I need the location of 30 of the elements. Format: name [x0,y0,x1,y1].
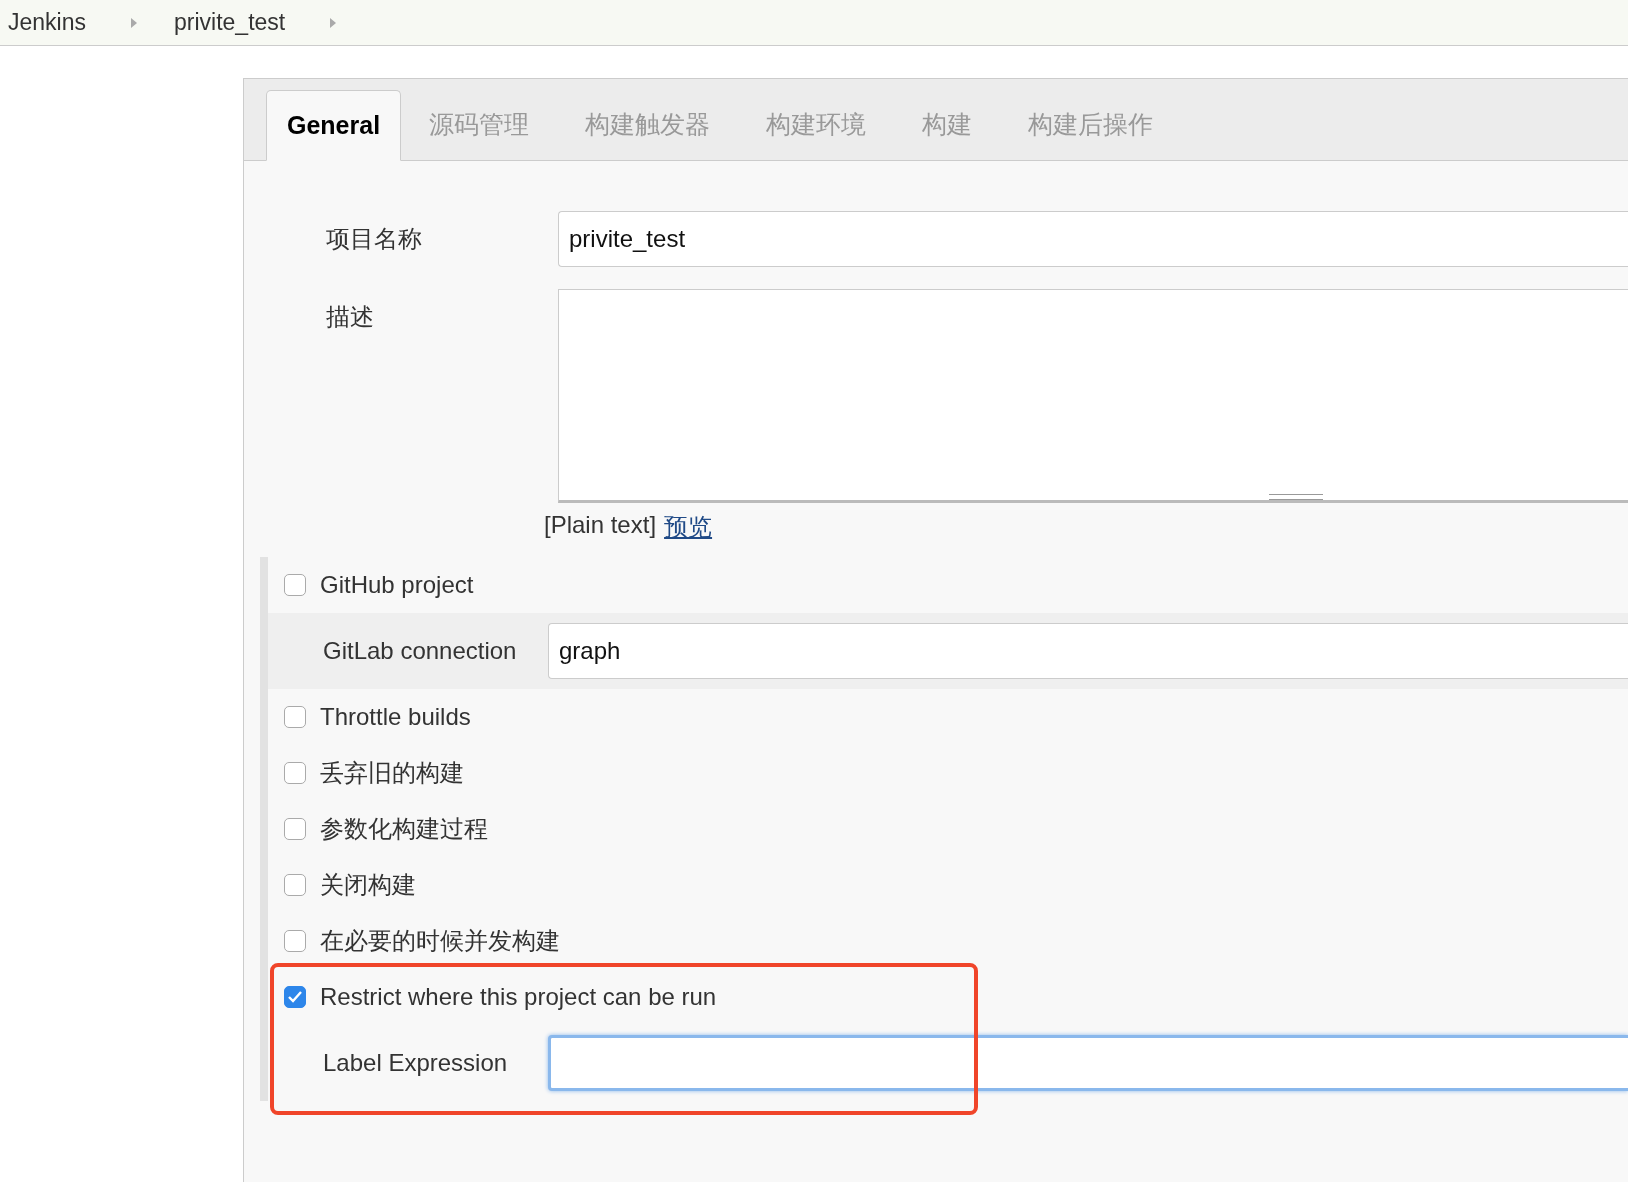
format-note: [Plain text] [544,511,657,540]
checkbox[interactable] [284,706,306,728]
text-field[interactable]: graph [548,623,1628,679]
text-field[interactable] [548,1035,1628,1091]
checkbox-label: 丢弃旧的构建 [320,758,464,788]
checkmark-icon [287,990,303,1004]
checkbox-label: 关闭构建 [320,870,416,900]
field-label: Label Expression [322,1049,509,1077]
preview-link[interactable]: 预览 [664,511,713,543]
checkbox[interactable] [284,874,306,896]
breadcrumb-link[interactable]: privite_test [174,9,286,36]
project-name-field[interactable]: privite_test [558,211,1628,267]
checkbox-label: GitHub project [320,571,474,599]
checkbox[interactable] [284,986,306,1008]
checkbox-label: Throttle builds [320,703,471,731]
checkbox[interactable] [284,818,306,840]
checkbox[interactable] [284,930,306,952]
checkbox[interactable] [284,762,306,784]
caret-right-icon[interactable] [130,16,138,29]
tab[interactable]: General [266,90,402,161]
description-textarea[interactable] [558,289,1628,503]
checkbox-label: Restrict where this project can be run [320,983,717,1011]
field-label: 项目名称 [325,224,423,254]
field-label: GitLab connection [322,637,518,665]
field-label: 描述 [325,302,375,332]
caret-right-icon[interactable] [329,16,338,29]
checkbox[interactable] [284,574,306,596]
breadcrumb-link[interactable]: Jenkins [8,9,86,36]
checkbox-label: 在必要的时候并发构建 [320,926,560,956]
checkbox-label: 参数化构建过程 [320,814,488,844]
